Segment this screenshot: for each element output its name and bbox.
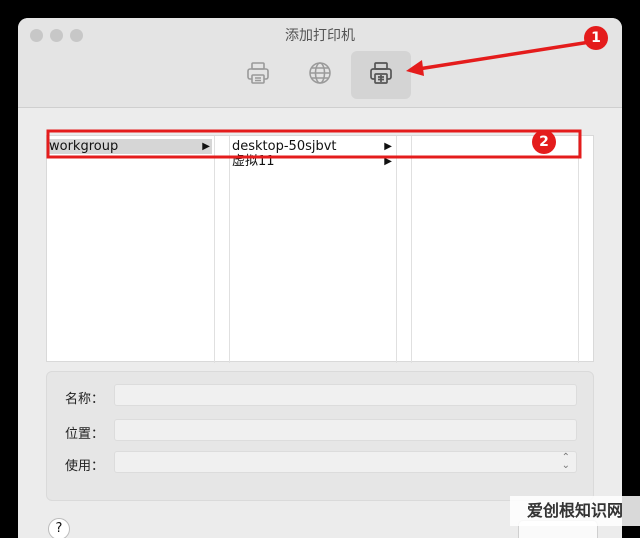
name-field[interactable]: [114, 384, 577, 406]
disclosure-arrow-icon: ▶: [384, 156, 392, 167]
browser-item-workgroup[interactable]: workgroup ▶: [49, 139, 212, 154]
window-title: 添加打印机: [285, 28, 355, 44]
browser-column-2: desktop-50sjbvt ▶ 虚拟11 ▶: [230, 136, 396, 363]
use-select[interactable]: ⌃ ⌄: [114, 451, 577, 473]
browser-column-3: [412, 136, 578, 363]
watermark: 爱创根知识网: [510, 496, 640, 526]
browser-item-label: 虚拟11: [232, 154, 275, 169]
disclosure-arrow-icon: ▶: [202, 141, 210, 152]
ip-printer-tab[interactable]: [290, 51, 350, 99]
help-button[interactable]: ?: [48, 518, 70, 538]
add-printer-window: 添加打印机 workgroup ▶ desktop-50sjbvt ▶ 虚拟11…: [18, 18, 622, 538]
browser-item-desktop[interactable]: desktop-50sjbvt ▶: [232, 139, 394, 154]
column-divider: [578, 136, 579, 363]
location-field[interactable]: [114, 419, 577, 441]
column-divider: [214, 136, 215, 363]
titlebar: 添加打印机: [18, 18, 622, 108]
annotation-badge-1: 1: [584, 26, 608, 50]
browser-item-label: desktop-50sjbvt: [232, 139, 337, 154]
location-label: 位置：: [65, 427, 105, 442]
printer-browser: workgroup ▶ desktop-50sjbvt ▶ 虚拟11 ▶: [46, 135, 594, 363]
windows-printer-icon: [367, 59, 395, 91]
browser-item-virtual[interactable]: 虚拟11 ▶: [232, 154, 394, 169]
disclosure-arrow-icon: ▶: [384, 141, 392, 152]
browser-item-label: workgroup: [49, 139, 119, 154]
printer-details-form: 名称： 位置： 使用： ⌃ ⌄: [46, 371, 594, 501]
name-label: 名称：: [65, 392, 105, 407]
use-label: 使用：: [65, 459, 105, 474]
globe-icon: [307, 60, 333, 90]
column-divider: [396, 136, 397, 363]
browser-column-1: workgroup ▶: [47, 136, 214, 363]
windows-printer-tab[interactable]: [351, 51, 411, 99]
annotation-badge-2: 2: [532, 130, 556, 154]
printer-icon: [244, 59, 272, 91]
select-arrows-icon: ⌃ ⌄: [561, 452, 570, 471]
default-printer-tab[interactable]: [228, 51, 288, 99]
